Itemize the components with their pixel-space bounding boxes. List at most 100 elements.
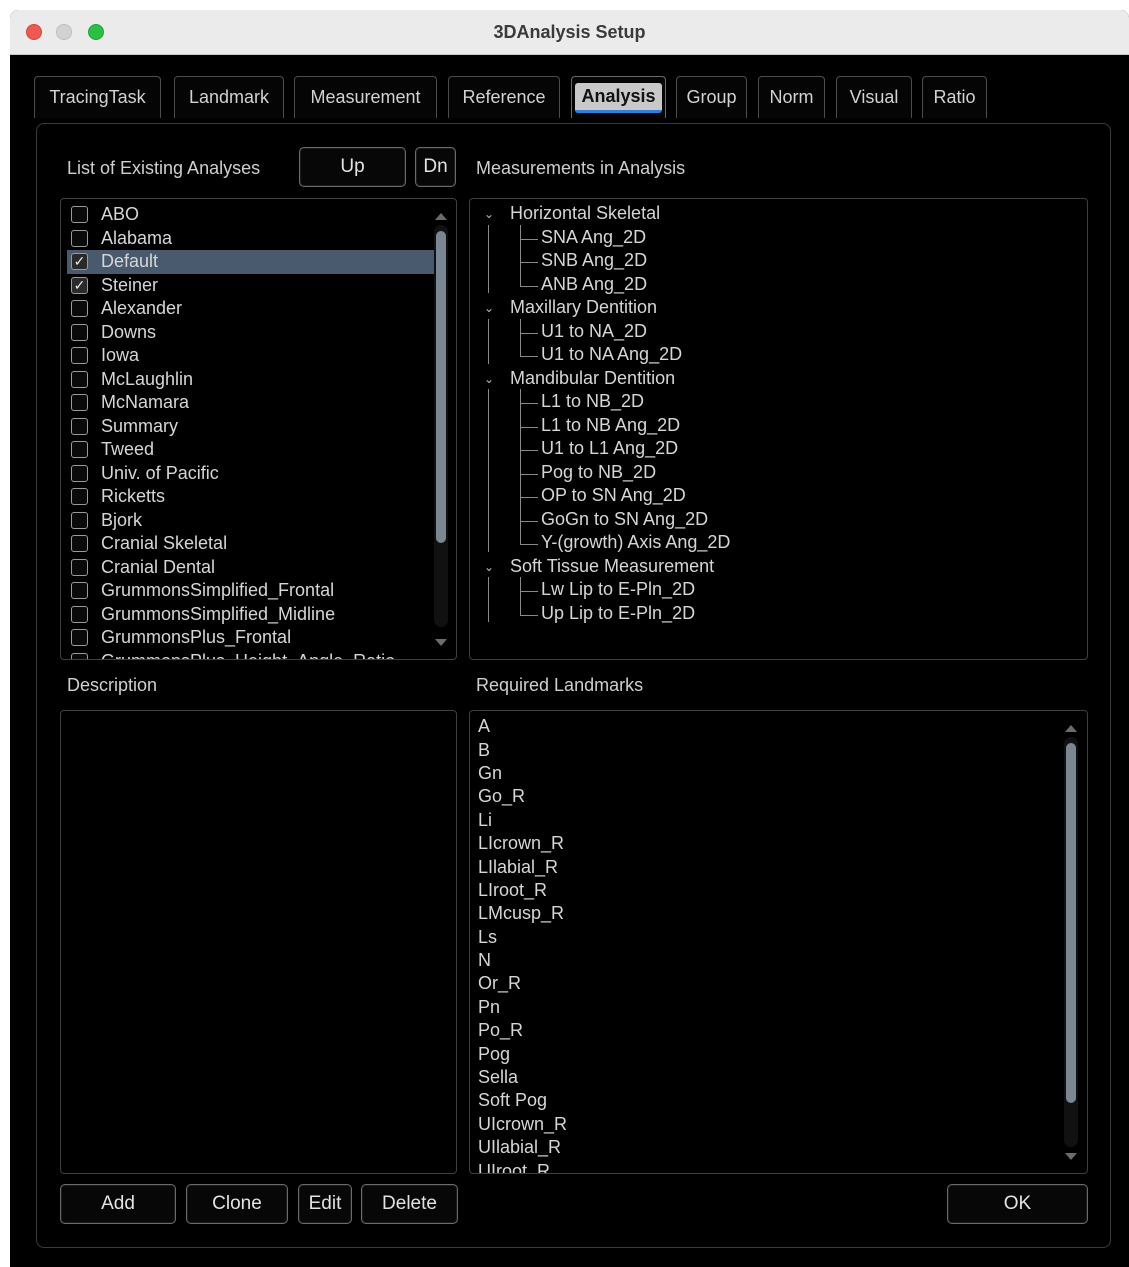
landmark-item[interactable]: Li (470, 809, 1050, 832)
scroll-up-arrow[interactable] (435, 213, 447, 220)
landmarks-scroll-thumb[interactable] (1066, 743, 1076, 1103)
tree-item[interactable]: Lw Lip to E-Pln_2D (541, 579, 695, 600)
landmark-item[interactable]: LMcusp_R (470, 902, 1050, 925)
analysis-checkbox[interactable] (71, 652, 88, 659)
landmark-item[interactable]: Or_R (470, 972, 1050, 995)
analysis-checkbox[interactable]: ✓ (71, 276, 88, 294)
analysis-item[interactable]: Alabama (67, 227, 437, 251)
analysis-checkbox[interactable] (71, 229, 88, 247)
landmark-item[interactable]: B (470, 738, 1050, 761)
tree-item[interactable]: Y-(growth) Axis Ang_2D (541, 532, 730, 553)
analysis-checkbox[interactable] (71, 511, 88, 529)
analyses-list[interactable]: ABO Alabama ✓ Default ✓ Steiner Alexander Downs… (60, 198, 457, 660)
tab-analysis[interactable]: Analysis (571, 76, 666, 118)
analysis-item[interactable]: Downs (67, 321, 437, 345)
tab-reference[interactable]: Reference (448, 76, 560, 118)
landmark-item[interactable]: Ls (470, 926, 1050, 949)
chevron-down-icon[interactable]: ⌄ (484, 372, 494, 386)
landmarks-scrollbar[interactable] (1064, 737, 1078, 1147)
tree-item[interactable]: SNB Ang_2D (541, 250, 647, 271)
analyses-scroll-thumb[interactable] (436, 231, 446, 543)
landmarks-scroll-up-arrow[interactable] (1065, 725, 1077, 732)
landmark-item[interactable]: Gn (470, 762, 1050, 785)
tree-item[interactable]: U1 to NA Ang_2D (541, 344, 682, 365)
analysis-checkbox[interactable] (71, 323, 88, 341)
landmark-item[interactable]: UIlabial_R (470, 1136, 1050, 1159)
tab-visual[interactable]: Visual (836, 76, 912, 118)
landmark-item[interactable]: Go_R (470, 785, 1050, 808)
landmark-item[interactable]: N (470, 949, 1050, 972)
analysis-checkbox[interactable] (71, 629, 88, 647)
tree-item[interactable]: L1 to NB_2D (541, 391, 644, 412)
landmark-item[interactable]: Pn (470, 996, 1050, 1019)
chevron-down-icon[interactable]: ⌄ (484, 560, 494, 574)
analysis-checkbox[interactable] (71, 488, 88, 506)
analysis-item[interactable]: ✓ Steiner (67, 274, 437, 298)
analysis-checkbox[interactable] (71, 417, 88, 435)
landmark-item[interactable]: Sella (470, 1066, 1050, 1089)
tree-item[interactable]: GoGn to SN Ang_2D (541, 509, 708, 530)
description-field[interactable] (60, 710, 457, 1174)
analysis-item[interactable]: Bjork (67, 509, 437, 533)
analysis-item[interactable]: Cranial Dental (67, 556, 437, 580)
landmark-item[interactable]: LIlabial_R (470, 855, 1050, 878)
landmark-item[interactable]: Soft Pog (470, 1089, 1050, 1112)
analysis-item[interactable]: GrummonsSimplified_Midline (67, 603, 437, 627)
landmark-item[interactable]: Po_R (470, 1019, 1050, 1042)
analysis-item[interactable]: GrummonsPlus_Height_Angle_Ratio (67, 650, 437, 659)
tree-item[interactable]: ANB Ang_2D (541, 274, 647, 295)
analysis-checkbox[interactable] (71, 300, 88, 318)
analysis-item[interactable]: Ricketts (67, 485, 437, 509)
landmark-item[interactable]: Pog (470, 1042, 1050, 1065)
tree-group[interactable]: Horizontal Skeletal (510, 203, 660, 224)
analysis-checkbox[interactable] (71, 535, 88, 553)
analysis-item[interactable]: Alexander (67, 297, 437, 321)
tab-group[interactable]: Group (676, 76, 747, 118)
analysis-item[interactable]: ✓ Default (67, 250, 437, 274)
tree-group[interactable]: Mandibular Dentition (510, 368, 675, 389)
tree-item[interactable]: Up Lip to E-Pln_2D (541, 603, 695, 624)
landmark-item[interactable]: LIroot_R (470, 879, 1050, 902)
analysis-checkbox[interactable] (71, 394, 88, 412)
analyses-scrollbar[interactable] (434, 225, 448, 627)
move-up-button[interactable]: Up (299, 147, 406, 187)
tree-item[interactable]: U1 to L1 Ang_2D (541, 438, 678, 459)
add-button[interactable]: Add (60, 1184, 176, 1224)
landmark-item[interactable]: A (470, 715, 1050, 738)
analysis-checkbox[interactable] (71, 347, 88, 365)
analysis-checkbox[interactable] (71, 370, 88, 388)
analysis-item[interactable]: Cranial Skeletal (67, 532, 437, 556)
ok-button[interactable]: OK (947, 1184, 1088, 1224)
analysis-item[interactable]: GrummonsPlus_Frontal (67, 626, 437, 650)
tree-group[interactable]: Soft Tissue Measurement (510, 556, 714, 577)
move-down-button[interactable]: Dn (415, 147, 456, 187)
landmarks-scroll-down-arrow[interactable] (1065, 1153, 1077, 1160)
tree-item[interactable]: SNA Ang_2D (541, 227, 646, 248)
analysis-checkbox[interactable] (71, 441, 88, 459)
landmark-item[interactable]: LIcrown_R (470, 832, 1050, 855)
measurements-tree[interactable]: ⌄ Horizontal Skeletal SNA Ang_2D SNB Ang_2D… (469, 198, 1088, 660)
analysis-item[interactable]: Tweed (67, 438, 437, 462)
analysis-checkbox[interactable] (71, 464, 88, 482)
clone-button[interactable]: Clone (186, 1184, 288, 1224)
tab-measurement[interactable]: Measurement (294, 76, 437, 118)
tree-item[interactable]: OP to SN Ang_2D (541, 485, 686, 506)
tab-tracingtask[interactable]: TracingTask (34, 76, 161, 118)
analysis-item[interactable]: McNamara (67, 391, 437, 415)
scroll-down-arrow[interactable] (435, 639, 447, 646)
analysis-item[interactable]: Summary (67, 415, 437, 439)
analysis-item[interactable]: McLaughlin (67, 368, 437, 392)
analysis-item[interactable]: Univ. of Pacific (67, 462, 437, 486)
analysis-item[interactable]: Iowa (67, 344, 437, 368)
analysis-checkbox[interactable] (71, 605, 88, 623)
tab-norm[interactable]: Norm (758, 76, 825, 118)
analysis-item[interactable]: GrummonsSimplified_Frontal (67, 579, 437, 603)
landmark-item[interactable]: UIcrown_R (470, 1113, 1050, 1136)
chevron-down-icon[interactable]: ⌄ (484, 207, 494, 221)
chevron-down-icon[interactable]: ⌄ (484, 301, 494, 315)
tree-item[interactable]: U1 to NA_2D (541, 321, 647, 342)
landmarks-list[interactable]: A B Gn Go_R Li LIcrown_R LIlabial_R LIroot_R LMc… (469, 710, 1088, 1174)
tree-item[interactable]: L1 to NB Ang_2D (541, 415, 680, 436)
tree-item[interactable]: Pog to NB_2D (541, 462, 656, 483)
tab-ratio[interactable]: Ratio (922, 76, 987, 118)
